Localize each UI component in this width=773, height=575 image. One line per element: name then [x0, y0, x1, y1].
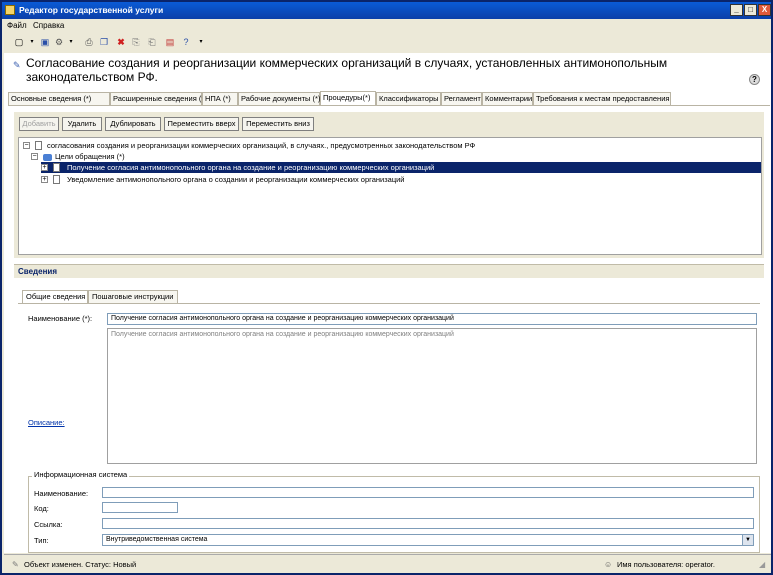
move-up-button[interactable]: Переместить вверх	[164, 117, 239, 131]
tab-regulation[interactable]: Регламент	[441, 92, 482, 105]
help-icon[interactable]: ?	[181, 37, 191, 47]
name-label: Наименование (*):	[28, 314, 93, 323]
tree-item-notification[interactable]: Уведомление антимонопольного органа о со…	[67, 174, 405, 185]
tree-item-goals[interactable]: Цели обращения (*)	[55, 151, 125, 162]
app-icon	[5, 5, 15, 15]
name-input[interactable]: Получение согласия антимонопольного орга…	[107, 313, 757, 325]
close-button[interactable]: X	[758, 4, 771, 16]
tab-work-documents[interactable]: Рабочие документы (*)	[238, 92, 320, 105]
dropdown-arrow-icon[interactable]: ▾	[196, 37, 206, 47]
app-window: Редактор государственной услуги _ □ X Фа…	[0, 0, 773, 575]
tab-comments[interactable]: Комментарии	[482, 92, 533, 105]
tab-npa[interactable]: НПА (*)	[202, 92, 238, 105]
tree-item-consent[interactable]: + Получение согласия антимонопольного ор…	[41, 162, 761, 173]
tab-step-instructions[interactable]: Пошаговые инструкции	[88, 290, 178, 303]
resize-grip-icon[interactable]: ◢	[759, 560, 768, 569]
is-code-label: Код:	[34, 504, 49, 513]
procedures-tree: − согласования создания и реорганизации …	[18, 137, 762, 255]
service-icon: ✎	[13, 60, 21, 70]
dropdown-arrow-icon[interactable]: ▾	[66, 37, 76, 47]
collapse-icon[interactable]: −	[23, 142, 30, 149]
duplicate-button[interactable]: Дублировать	[105, 117, 161, 131]
chevron-down-icon[interactable]: ▼	[742, 535, 753, 545]
tree-item-label: Получение согласия антимонопольного орга…	[67, 163, 435, 172]
print-icon[interactable]: ⎙	[84, 37, 94, 47]
tab-divider	[8, 105, 770, 106]
status-text: Объект изменен. Статус: Новый	[24, 560, 137, 569]
tab-place-requirements[interactable]: Требования к местам предоставления	[533, 92, 671, 105]
window-title: Редактор государственной услуги	[19, 5, 164, 15]
expand-icon[interactable]: +	[41, 164, 48, 171]
description-textarea[interactable]: Получение согласия антимонопольного орга…	[107, 328, 757, 464]
is-name-label: Наименование:	[34, 489, 89, 498]
details-title: Сведения	[18, 267, 57, 276]
help-circle-icon[interactable]: ?	[749, 74, 760, 85]
editor-content: ✎ Согласование создания и реорганизации …	[4, 53, 771, 553]
document-icon	[53, 163, 60, 172]
tab-general-info[interactable]: Общие сведения	[22, 290, 88, 303]
edit-icon: ✎	[12, 560, 19, 569]
import-icon[interactable]: ⎗	[147, 37, 157, 47]
save-icon[interactable]: ▣	[40, 37, 50, 47]
add-button[interactable]: Добавить	[19, 117, 59, 131]
info-system-legend: Информационная система	[32, 470, 130, 479]
document-icon	[35, 141, 42, 150]
subtab-divider	[18, 303, 760, 304]
menu-file[interactable]: Файл	[7, 21, 27, 30]
new-document-icon[interactable]: ▢	[14, 37, 24, 47]
folder-icon	[43, 154, 52, 161]
is-type-select[interactable]: Внутриведомственная система ▼	[102, 534, 754, 546]
procedures-panel: Добавить Удалить Дублировать Переместить…	[14, 112, 764, 258]
maximize-button[interactable]: □	[744, 4, 757, 16]
tab-procedures[interactable]: Процедуры(*)	[320, 91, 376, 105]
page-title: Согласование создания и реорганизации ко…	[26, 56, 668, 84]
is-name-input[interactable]	[102, 487, 754, 498]
is-link-input[interactable]	[102, 518, 754, 529]
collapse-icon[interactable]: −	[31, 153, 38, 160]
tab-extended-info[interactable]: Расширенные сведения (*)	[110, 92, 207, 105]
status-bar: ✎ Объект изменен. Статус: Новый ☺ Имя по…	[4, 554, 771, 573]
tab-classifiers[interactable]: Классификаторы	[376, 92, 441, 105]
document-icon	[53, 175, 60, 184]
delete-icon[interactable]: ✖	[116, 37, 126, 47]
is-code-input[interactable]	[102, 502, 178, 513]
toolbar: ▢ ▾ ▣ ⚙ ▾ ⎙ ❐ ✖ ⎘ ⎗ ▤ ? ▾	[2, 33, 771, 52]
expand-icon[interactable]: +	[41, 176, 48, 183]
tree-item-service[interactable]: согласования создания и реорганизации ко…	[47, 140, 475, 151]
title-bar[interactable]: Редактор государственной услуги _ □ X	[2, 2, 771, 19]
user-icon: ☺	[604, 560, 613, 569]
tab-basic-info[interactable]: Основные сведения (*)	[8, 92, 110, 105]
description-link[interactable]: Описание:	[28, 418, 65, 427]
export-icon[interactable]: ⎘	[131, 37, 141, 47]
details-panel: Общие сведения Пошаговые инструкции Наим…	[14, 279, 764, 553]
report-icon[interactable]: ▤	[165, 37, 175, 47]
delete-button[interactable]: Удалить	[62, 117, 102, 131]
dropdown-arrow-icon[interactable]: ▾	[27, 37, 37, 47]
is-type-label: Тип:	[34, 536, 49, 545]
minimize-button[interactable]: _	[730, 4, 743, 16]
menu-bar: Файл Справка	[2, 19, 771, 32]
menu-help[interactable]: Справка	[33, 21, 64, 30]
is-link-label: Ссылка:	[34, 520, 63, 529]
details-header: Сведения	[14, 264, 764, 278]
is-type-value: Внутриведомственная система	[106, 536, 208, 543]
move-down-button[interactable]: Переместить вниз	[242, 117, 314, 131]
copy-icon[interactable]: ❐	[99, 37, 109, 47]
user-name: Имя пользователя: operator.	[617, 560, 715, 569]
settings-icon[interactable]: ⚙	[54, 37, 64, 47]
